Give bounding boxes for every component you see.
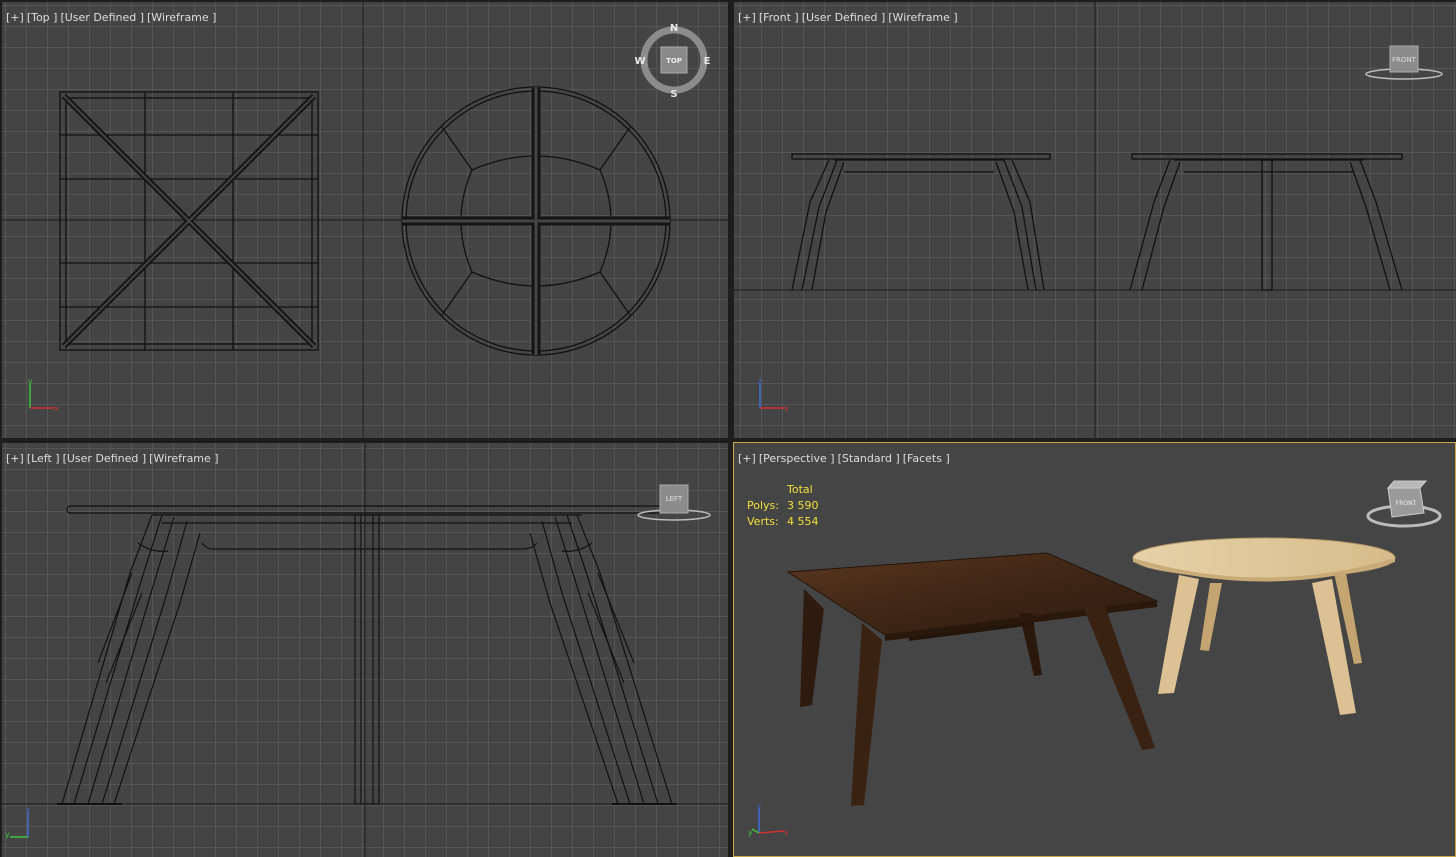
svg-text:z: z [757,802,761,811]
compass-south: S [670,89,677,100]
compass-cube-label: TOP [666,57,682,65]
viewcube-front[interactable]: FRONT [1365,45,1443,80]
square-table-top-wireframe [59,91,319,351]
viewcube-left[interactable]: LEFT [637,484,711,521]
light-round-table [1132,537,1396,715]
axis-tripod: z y [5,806,30,839]
top-wireframe-scene: TOP N S E W y x [2,2,728,438]
perspective-scene: FRONT z x y [748,480,1442,837]
svg-text:x: x [784,828,789,837]
compass-west: W [634,56,645,67]
svg-text:y: y [5,830,10,839]
front-wireframe-scene: FRONT z x [734,2,1456,438]
axis-tripod: z x [758,377,789,413]
axis-tripod: z x y [748,802,789,837]
compass-widget: TOP N S E W [634,23,710,100]
svg-text:FRONT: FRONT [1392,56,1417,64]
viewport-top[interactable]: [+][Top ][User Defined ][Wireframe ] [2,2,728,438]
left-wireframe-scene: LEFT z y [2,443,728,857]
table-left-wireframe [57,505,677,805]
round-table-front-wireframe [1129,153,1403,291]
svg-text:LEFT: LEFT [666,495,683,503]
square-table-front-wireframe [791,153,1051,291]
svg-text:FRONT: FRONT [1396,500,1417,507]
axis-tripod: y x [28,377,59,413]
svg-text:x: x [54,404,59,413]
svg-text:y: y [28,377,33,386]
viewcube-perspective[interactable]: FRONT [1366,480,1442,528]
svg-text:z: z [26,806,30,815]
svg-text:z: z [758,377,762,386]
viewport-front[interactable]: [+] [Front ] [User Defined ] [Wireframe ] F… [734,2,1456,438]
compass-north: N [670,23,678,34]
round-table-top-wireframe [401,86,671,356]
viewport-left[interactable]: [+] [Left ] [User Defined ] [Wireframe ] LE… [2,443,728,857]
svg-text:y: y [748,828,753,837]
compass-east: E [704,56,711,67]
viewport-perspective[interactable]: [+] [Perspective ] [Standard ] [Facets ] To… [733,442,1456,857]
svg-text:x: x [784,404,789,413]
dark-square-table [786,552,1159,806]
